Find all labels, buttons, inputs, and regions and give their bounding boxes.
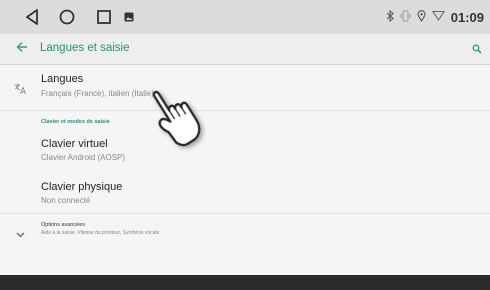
divider <box>0 110 490 111</box>
app-bar: Langues et saisie <box>0 34 490 65</box>
pointing-hand-icon <box>140 70 225 155</box>
langues-subtitle: Français (France), italien (Italie) <box>41 89 154 98</box>
settings-screen: 01:09 Langues et saisie Langues Français… <box>0 0 490 290</box>
vibrate-icon <box>400 10 411 25</box>
search-icon[interactable] <box>472 41 482 59</box>
options-avancees-title: Options avancées <box>41 222 86 228</box>
status-icons: 01:09 <box>386 0 484 34</box>
langues-item[interactable]: Langues Français (France), italien (Ital… <box>0 65 490 111</box>
recents-square-icon[interactable] <box>94 0 114 34</box>
settings-list: Langues Français (France), italien (Ital… <box>0 65 490 275</box>
status-clock: 01:09 <box>450 9 484 25</box>
home-circle-icon[interactable] <box>57 0 77 34</box>
chevron-down-icon <box>16 225 25 243</box>
back-triangle-icon[interactable] <box>22 0 42 34</box>
section-header: Clavier et modes de saisie <box>41 119 110 125</box>
clavier-physique-title: Clavier physique <box>41 181 123 193</box>
clavier-virtuel-item[interactable]: Clavier virtuel Clavier Android (AOSP) <box>0 131 490 169</box>
clavier-physique-item[interactable]: Clavier physique Non connecté <box>0 174 490 212</box>
clavier-virtuel-title: Clavier virtuel <box>41 138 108 150</box>
clavier-virtuel-subtitle: Clavier Android (AOSP) <box>41 153 126 162</box>
translate-icon <box>14 82 27 100</box>
status-bar: 01:09 <box>0 0 490 34</box>
page-title: Langues et saisie <box>40 42 130 54</box>
clavier-physique-subtitle: Non connecté <box>41 196 91 205</box>
bluetooth-icon <box>386 9 394 25</box>
divider <box>0 213 490 214</box>
arrow-left-icon[interactable] <box>16 40 28 56</box>
bottom-bar <box>0 275 490 290</box>
options-avancees-item[interactable]: Options avancées Aide à la saisie, Vites… <box>0 218 490 242</box>
wifi-icon <box>432 10 445 24</box>
langues-title: Langues <box>41 73 84 85</box>
location-icon <box>417 9 426 25</box>
options-avancees-subtitle: Aide à la saisie, Vitesse du pointeur, S… <box>41 230 160 236</box>
gallery-icon <box>122 0 136 34</box>
